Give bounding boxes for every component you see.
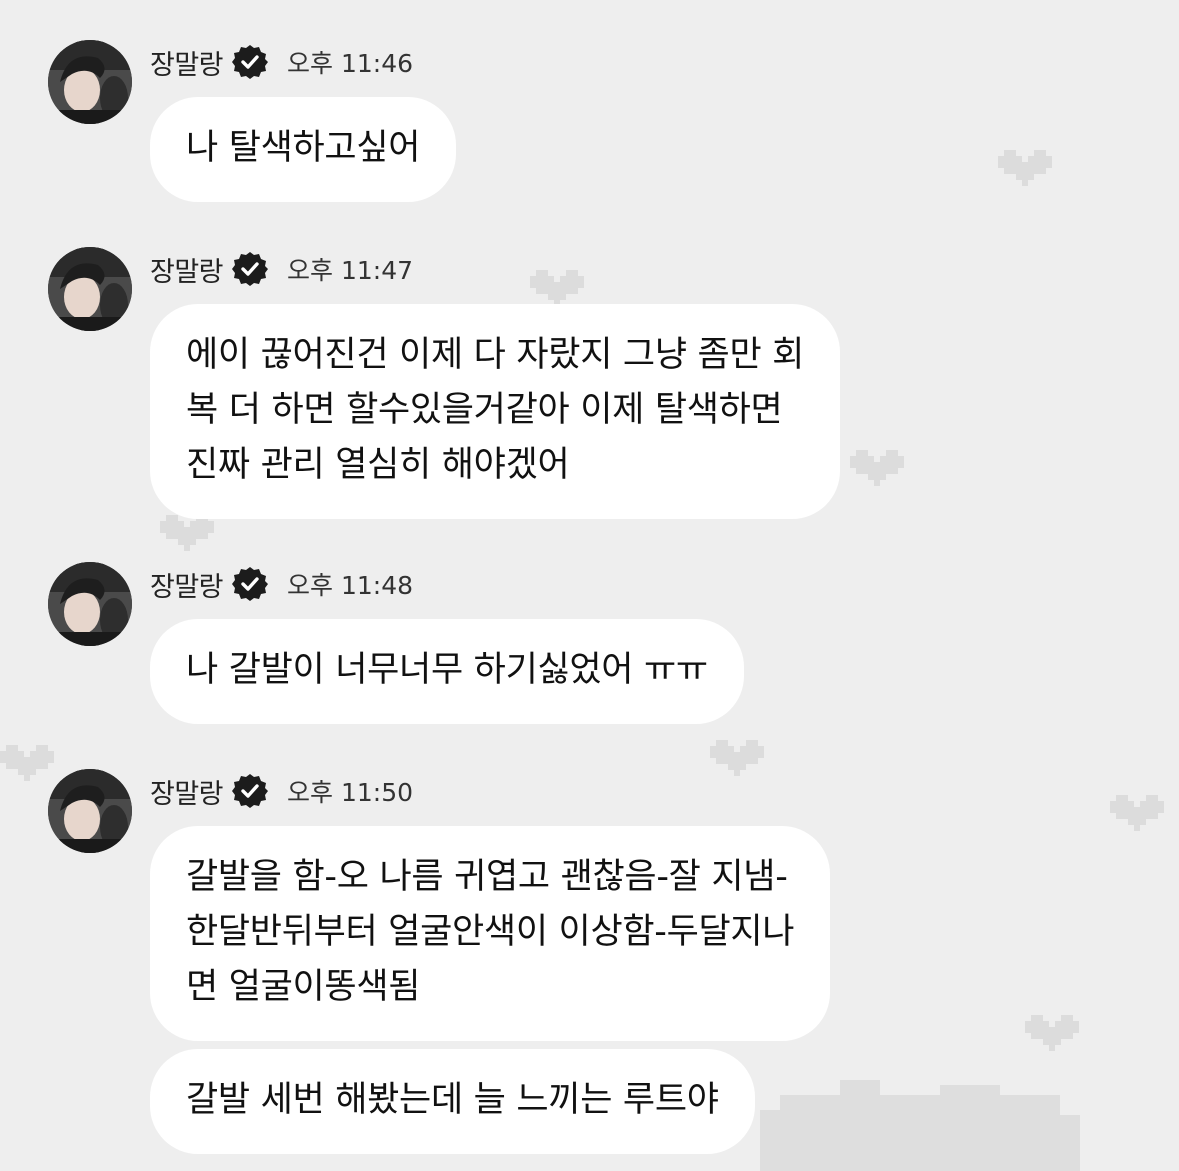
avatar-image (48, 562, 132, 646)
verified-badge-icon (231, 565, 269, 603)
sender-name[interactable]: 장말랑 (150, 565, 224, 604)
avatar[interactable] (48, 247, 132, 331)
avatar[interactable] (48, 769, 132, 853)
message-header: 장말랑 오후 11:50 (150, 771, 413, 811)
avatar[interactable] (48, 562, 132, 646)
message-bubble[interactable]: 갈발 세번 해봤는데 늘 느끼는 루트야 (150, 1049, 755, 1154)
sender-name[interactable]: 장말랑 (150, 772, 224, 811)
message-text-line: 면 얼굴이똥색됨 (186, 967, 421, 1007)
message-text-line: 갈발을 함-오 나름 귀엽고 괜찮음-잘 지냄- (186, 857, 788, 897)
message-timestamp: 오후 11:46 (287, 49, 414, 78)
message-text: 갈발 세번 해봤는데 늘 느끼는 루트야 (186, 1080, 719, 1120)
message-timestamp: 오후 11:50 (287, 778, 414, 807)
avatar-image (48, 769, 132, 853)
message-bubble[interactable]: 에이 끊어진건 이제 다 자랐지 그냥 좀만 회 복 더 하면 할수있을거같아 … (150, 304, 841, 519)
message-bubble[interactable]: 나 갈발이 너무너무 하기싫었어 ㅠㅠ (150, 619, 744, 724)
message-timestamp: 오후 11:48 (287, 571, 414, 600)
sender-name[interactable]: 장말랑 (150, 43, 224, 82)
message-bubble[interactable]: 갈발을 함-오 나름 귀엽고 괜찮음-잘 지냄- 한달반뒤부터 얼굴안색이 이상… (150, 826, 831, 1041)
message-text-line: 진짜 관리 열심히 해야겠어 (186, 445, 570, 485)
verified-badge-icon (231, 250, 269, 288)
message-header: 장말랑 오후 11:48 (150, 564, 413, 604)
message-text-line: 에이 끊어진건 이제 다 자랐지 그냥 좀만 회 (186, 335, 805, 375)
message-text-line: 한달반뒤부터 얼굴안색이 이상함-두달지나 (186, 912, 795, 952)
message-bubble[interactable]: 나 탈색하고싶어 (150, 97, 457, 202)
message-timestamp: 오후 11:47 (287, 256, 414, 285)
avatar-image (48, 40, 132, 124)
avatar-image (48, 247, 132, 331)
message-text: 나 갈발이 너무너무 하기싫었어 ㅠㅠ (186, 650, 708, 690)
chat-thread: 장말랑 오후 11:46 나 탈색하고싶어 장말랑 오후 11:47 에이 끊어… (0, 0, 1179, 1171)
message-header: 장말랑 오후 11:47 (150, 249, 413, 289)
sender-name[interactable]: 장말랑 (150, 250, 224, 289)
avatar[interactable] (48, 40, 132, 124)
message-header: 장말랑 오후 11:46 (150, 42, 413, 82)
message-text: 나 탈색하고싶어 (186, 128, 421, 168)
verified-badge-icon (231, 772, 269, 810)
message-text-line: 복 더 하면 할수있을거같아 이제 탈색하면 (186, 390, 783, 430)
verified-badge-icon (231, 43, 269, 81)
